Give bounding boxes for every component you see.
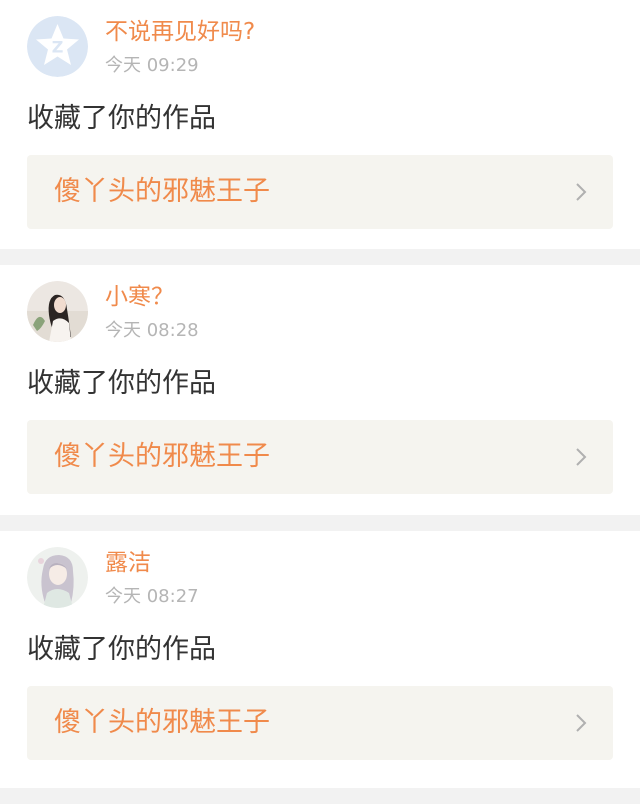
work-link[interactable]: 傻丫头的邪魅王子	[27, 155, 613, 229]
timestamp: 今天 08:27	[105, 586, 199, 607]
username[interactable]: 小寒？	[105, 283, 174, 311]
username[interactable]: 露洁	[105, 549, 151, 577]
avatar[interactable]: Z	[27, 16, 88, 77]
avatar[interactable]	[27, 547, 88, 608]
avatar[interactable]	[27, 281, 88, 342]
svg-text:Z: Z	[52, 38, 64, 57]
activity-item: 小寒？ 今天 08:28 收藏了你的作品 傻丫头的邪魅王子	[0, 265, 640, 515]
chevron-right-icon	[575, 447, 587, 467]
username[interactable]: 不说再见好吗?	[105, 18, 255, 46]
activity-item: 露洁 今天 08:27 收藏了你的作品 傻丫头的邪魅王子	[0, 531, 640, 788]
activity-item: Z 不说再见好吗? 今天 09:29 收藏了你的作品 傻丫头的邪魅王子	[0, 0, 640, 249]
chevron-right-icon	[575, 182, 587, 202]
work-link[interactable]: 傻丫头的邪魅王子	[27, 686, 613, 760]
activity-text: 收藏了你的作品	[27, 368, 216, 399]
activity-text: 收藏了你的作品	[27, 634, 216, 665]
work-title: 傻丫头的邪魅王子	[54, 176, 270, 207]
chevron-right-icon	[575, 713, 587, 733]
timestamp: 今天 09:29	[105, 55, 199, 76]
activity-text: 收藏了你的作品	[27, 103, 216, 134]
user-illustration-icon	[27, 547, 88, 608]
user-photo-icon	[27, 281, 88, 342]
work-title: 傻丫头的邪魅王子	[54, 441, 270, 472]
work-link[interactable]: 傻丫头的邪魅王子	[27, 420, 613, 494]
activity-feed: Z 不说再见好吗? 今天 09:29 收藏了你的作品 傻丫头的邪魅王子 小寒？ …	[0, 0, 640, 788]
timestamp: 今天 08:28	[105, 320, 199, 341]
qzone-star-icon: Z	[27, 16, 88, 77]
work-title: 傻丫头的邪魅王子	[54, 707, 270, 738]
